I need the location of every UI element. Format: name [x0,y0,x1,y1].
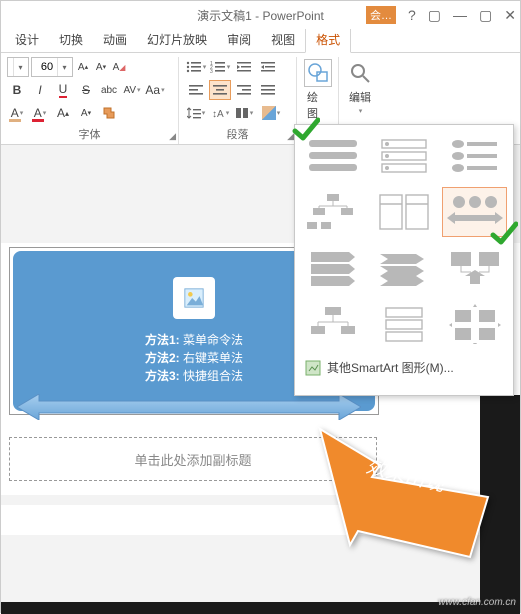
tab-slideshow[interactable]: 幻灯片放映 [137,27,217,52]
smartart-layout-segmented-process[interactable] [372,243,437,293]
more-smartart-button[interactable]: 其他SmartArt 图形(M)... [301,355,507,380]
smartart-layout-org-chart[interactable] [301,299,366,349]
smartart-text[interactable]: 方法1: 菜单命令法 方法2: 右键菜单法 方法3: 快捷组合法 [145,331,243,385]
font-color-button[interactable]: A▾ [30,103,50,123]
ribbon-tabs: 设计 切换 动画 幻灯片放映 审阅 视图 格式 [1,29,520,53]
smartart-layout-block-list[interactable] [301,131,366,181]
smartart-layout-hierarchy[interactable] [301,187,366,237]
font-group: ▾ 60 ▾ A▴ A▾ A◢ B I U S abc AV▾ Aa▾ A▾ A… [1,57,179,144]
smartart-layout-stacked-list[interactable] [372,299,437,349]
smartart-layout-cycle-matrix[interactable] [442,299,507,349]
svg-text:3: 3 [210,69,213,74]
smartart-layout-vertical-bullet[interactable] [372,131,437,181]
tab-transitions[interactable]: 切换 [49,27,93,52]
chevron-down-icon[interactable]: ▾ [359,107,363,115]
clear-format-button[interactable]: A◢ [111,59,127,75]
smartart-flyout: 其他SmartArt 图形(M)... [294,124,514,396]
ribbon-options-icon[interactable]: ▢ [428,7,441,24]
tab-animations[interactable]: 动画 [93,27,137,52]
watermark: www.cfan.com.cn [438,597,516,608]
shadow-button[interactable]: abc [99,80,119,100]
title-bar: 演示文稿1 - PowerPoint 会… ? ▢ — ▢ ✕ [1,1,520,29]
close-button[interactable]: ✕ [504,7,516,24]
checkmark-icon [292,116,320,144]
smartart-layout-continuous-picture[interactable] [442,187,507,237]
strike-button[interactable]: S [76,80,96,100]
minimize-button[interactable]: — [453,7,467,23]
tab-review[interactable]: 审阅 [217,27,261,52]
tab-design[interactable]: 设计 [5,27,49,52]
smartart-layout-converging-arrows[interactable] [442,243,507,293]
callout-arrow: 效果出现 [310,419,490,562]
smartart-layout-chevron-process[interactable] [301,243,366,293]
numbering-button[interactable]: 123▾ [209,57,231,77]
bold-button[interactable]: B [7,80,27,100]
shrink-font2-button[interactable]: A▾ [76,103,96,123]
font-group-label: 字体 [7,126,172,144]
tab-format[interactable]: 格式 [305,26,351,53]
align-center-button[interactable] [209,80,231,100]
restore-button[interactable]: ▢ [479,7,492,24]
shapes-button[interactable] [304,59,332,87]
svg-text:↕A: ↕A [212,109,224,120]
align-right-button[interactable] [233,80,255,100]
shrink-font-button[interactable]: A▾ [93,59,109,75]
help-icon[interactable]: ? [408,7,416,23]
italic-button[interactable]: I [30,80,50,100]
font-size-combo[interactable]: 60 ▾ [31,57,73,77]
convert-smartart-button[interactable]: ▾ [257,103,285,123]
font-fill-button[interactable]: A▾ [7,103,27,123]
paragraph-group-label: 段落 [185,126,290,144]
meeting-button[interactable]: 会… [366,6,396,24]
grow-font2-button[interactable]: A▴ [53,103,73,123]
bullets-button[interactable]: ▾ [185,57,207,77]
tab-view[interactable]: 视图 [261,27,305,52]
change-case-button[interactable]: Aa▾ [145,80,165,100]
underline-button[interactable]: U [53,80,73,100]
font-family-combo[interactable]: ▾ [7,57,29,77]
align-left-button[interactable] [185,80,207,100]
align-justify-button[interactable] [257,80,279,100]
chevron-down-icon[interactable]: ▾ [57,58,71,76]
smartart-layout-vertical-circle[interactable] [442,131,507,181]
editing-button[interactable] [346,59,374,87]
editing-label: 编辑 [349,89,371,105]
smartart-icon [305,360,321,376]
window-title: 演示文稿1 - PowerPoint [197,7,324,24]
format-painter-button[interactable] [99,103,119,123]
dialog-launcher-icon[interactable]: ◢ [169,131,176,142]
line-spacing-button[interactable]: ▾ [185,103,207,123]
indent-dec-button[interactable] [233,57,255,77]
smartart-layout-table-list[interactable] [372,187,437,237]
picture-placeholder-icon[interactable] [173,277,215,319]
grow-font-button[interactable]: A▴ [75,59,91,75]
paragraph-group: ▾ 123▾ ▾ ↕A▾ ▾ ▾ 段落 ◢ [179,57,297,144]
char-spacing-button[interactable]: AV▾ [122,80,142,100]
chevron-down-icon[interactable]: ▾ [13,58,27,76]
columns-button[interactable]: ▾ [233,103,255,123]
text-direction-button[interactable]: ↕A▾ [209,103,231,123]
double-arrow-shape[interactable] [17,394,361,420]
indent-inc-button[interactable] [257,57,279,77]
